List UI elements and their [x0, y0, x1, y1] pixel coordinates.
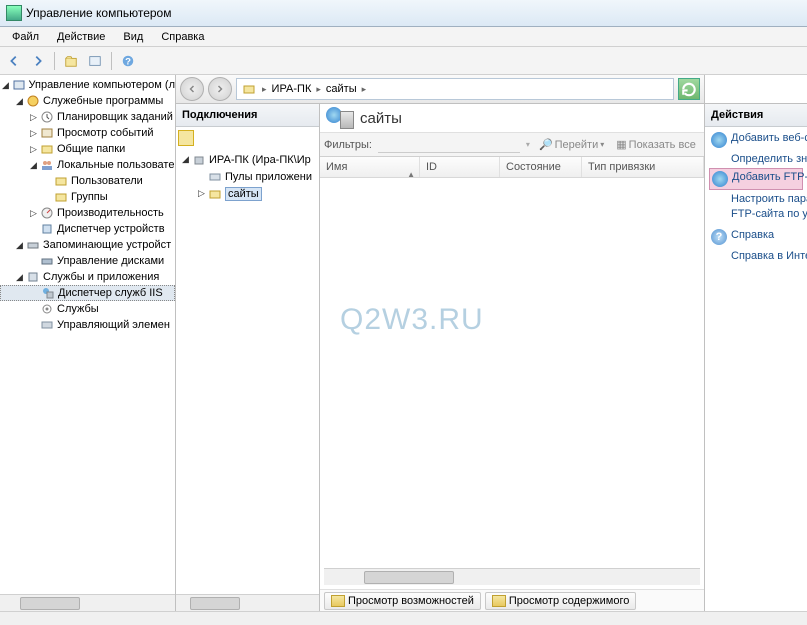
tree-performance[interactable]: ▷Производительность [0, 205, 175, 221]
globe-icon [711, 132, 727, 148]
showall-icon: ▦ [616, 138, 626, 151]
tree-storage[interactable]: ◢Запоминающие устройст [0, 237, 175, 253]
col-name[interactable]: Имя▲ [320, 157, 420, 177]
actions-pane: Действия Добавить веб-са Определить знач… [705, 75, 807, 611]
connections-pane: Подключения ◢ИРА-ПК (Ира-ПК\Ир Пулы прил… [176, 104, 320, 611]
toolbar-divider [111, 52, 112, 70]
actions-header: Действия [705, 104, 807, 127]
filter-bar: Фильтры: ▾ 🔎Перейти▾ ▦Показать все [320, 133, 704, 157]
filter-label: Фильтры: [324, 139, 372, 151]
action-ftp-defaults-2[interactable]: FTP-сайта по умо [709, 206, 803, 222]
conn-sites[interactable]: ▷сайты [178, 185, 317, 202]
watermark: Q2W3.RU [340, 303, 484, 337]
tree-groups[interactable]: Группы [0, 189, 175, 205]
filter-input[interactable] [378, 137, 520, 153]
props-button[interactable] [85, 51, 105, 71]
toolbar-divider [54, 52, 55, 70]
nav-fwd-button[interactable] [28, 51, 48, 71]
mmc-tree-pane: ◢Управление компьютером (л ◢Служебные пр… [0, 75, 176, 611]
menu-action[interactable]: Действие [49, 29, 113, 45]
help-button[interactable]: ? [118, 51, 138, 71]
action-ftp-defaults[interactable]: Настроить парам [709, 191, 803, 207]
action-add-ftp-site[interactable]: Добавить FTP-са [709, 168, 803, 190]
up-button[interactable] [61, 51, 81, 71]
refresh-button[interactable] [678, 78, 700, 100]
conn-toolbar [176, 127, 319, 149]
titlebar: Управление компьютером [0, 0, 807, 27]
content-title: сайты [360, 110, 402, 127]
bc-sites[interactable]: сайты [324, 83, 359, 95]
tree-hscrollbar[interactable] [0, 594, 175, 611]
menu-file[interactable]: Файл [4, 29, 47, 45]
app-icon [6, 5, 22, 21]
tree-devicemgr[interactable]: Диспетчер устройств [0, 221, 175, 237]
tree-diskmgr[interactable]: Управление дисками [0, 253, 175, 269]
nav-back-button[interactable] [180, 77, 204, 101]
col-state[interactable]: Состояние [500, 157, 582, 177]
toolbar: ? [0, 47, 807, 75]
nav-back-button[interactable] [4, 51, 24, 71]
help-icon: ? [711, 229, 727, 245]
tree-iis[interactable]: Диспетчер служб IIS [0, 285, 175, 301]
tree-wmi[interactable]: Управляющий элемен [0, 317, 175, 333]
action-add-website[interactable]: Добавить веб-са [709, 130, 803, 150]
conn-hscrollbar[interactable] [176, 594, 319, 611]
tree-svcapps[interactable]: ◢Службы и приложения [0, 269, 175, 285]
tree-users[interactable]: Пользователи [0, 173, 175, 189]
bc-arrow-icon: ▸ [262, 84, 267, 95]
tree-localusers[interactable]: ◢Локальные пользовате [0, 157, 175, 173]
content-header: сайты [320, 104, 704, 133]
globe-icon [712, 171, 728, 187]
svg-text:?: ? [125, 56, 131, 67]
bc-arrow-icon: ▸ [362, 84, 367, 95]
connections-header: Подключения [176, 104, 319, 127]
grid-hscrollbar[interactable] [324, 568, 700, 585]
action-help[interactable]: ?Справка [709, 227, 803, 247]
tree-sharedfolders[interactable]: ▷Общие папки [0, 141, 175, 157]
bottom-tabs: Просмотр возможностей Просмотр содержимо… [320, 589, 704, 611]
menu-view[interactable]: Вид [115, 29, 151, 45]
bc-host[interactable]: ИРА-ПК [270, 83, 314, 95]
dropdown-icon[interactable]: ▾ [526, 140, 530, 149]
tab-content[interactable]: Просмотр содержимого [485, 592, 637, 610]
action-help-online[interactable]: Справка в Интер [709, 248, 803, 264]
showall-button[interactable]: ▦Показать все [613, 137, 699, 152]
content-icon [492, 595, 506, 607]
grid-column-headers: Имя▲ ID Состояние Тип привязки [320, 157, 704, 178]
status-bar [0, 611, 807, 625]
tree-eventviewer[interactable]: ▷Просмотр событий [0, 125, 175, 141]
iis-navbar: ▸ ИРА-ПК ▸ сайты ▸ [176, 75, 704, 104]
tab-features[interactable]: Просмотр возможностей [324, 592, 481, 610]
tree-services[interactable]: Службы [0, 301, 175, 317]
conn-apppools[interactable]: Пулы приложени [178, 168, 317, 185]
breadcrumb[interactable]: ▸ ИРА-ПК ▸ сайты ▸ [236, 78, 674, 100]
grid-body: Q2W3.RU [320, 178, 704, 568]
tree-services-tools[interactable]: ◢Служебные программы [0, 93, 175, 109]
content-pane: сайты Фильтры: ▾ 🔎Перейти▾ ▦Показать все… [320, 104, 704, 611]
menubar: Файл Действие Вид Справка [0, 27, 807, 47]
window-title: Управление компьютером [26, 6, 171, 20]
features-icon [331, 595, 345, 607]
menu-help[interactable]: Справка [153, 29, 212, 45]
conn-host[interactable]: ◢ИРА-ПК (Ира-ПК\Ир [178, 151, 317, 168]
col-id[interactable]: ID [420, 157, 500, 177]
folder-icon[interactable] [178, 130, 194, 146]
col-binding[interactable]: Тип привязки [582, 157, 704, 177]
folder-icon [241, 82, 257, 96]
bc-arrow-icon: ▸ [316, 84, 321, 95]
go-button[interactable]: 🔎Перейти▾ [536, 137, 607, 152]
go-icon: 🔎 [539, 138, 553, 151]
sites-icon [326, 107, 354, 129]
tree-root[interactable]: ◢Управление компьютером (л [0, 77, 175, 93]
action-website-defaults[interactable]: Определить знач умолчанию для [709, 151, 803, 167]
tree-scheduler[interactable]: ▷Планировщик заданий [0, 109, 175, 125]
nav-fwd-button[interactable] [208, 77, 232, 101]
